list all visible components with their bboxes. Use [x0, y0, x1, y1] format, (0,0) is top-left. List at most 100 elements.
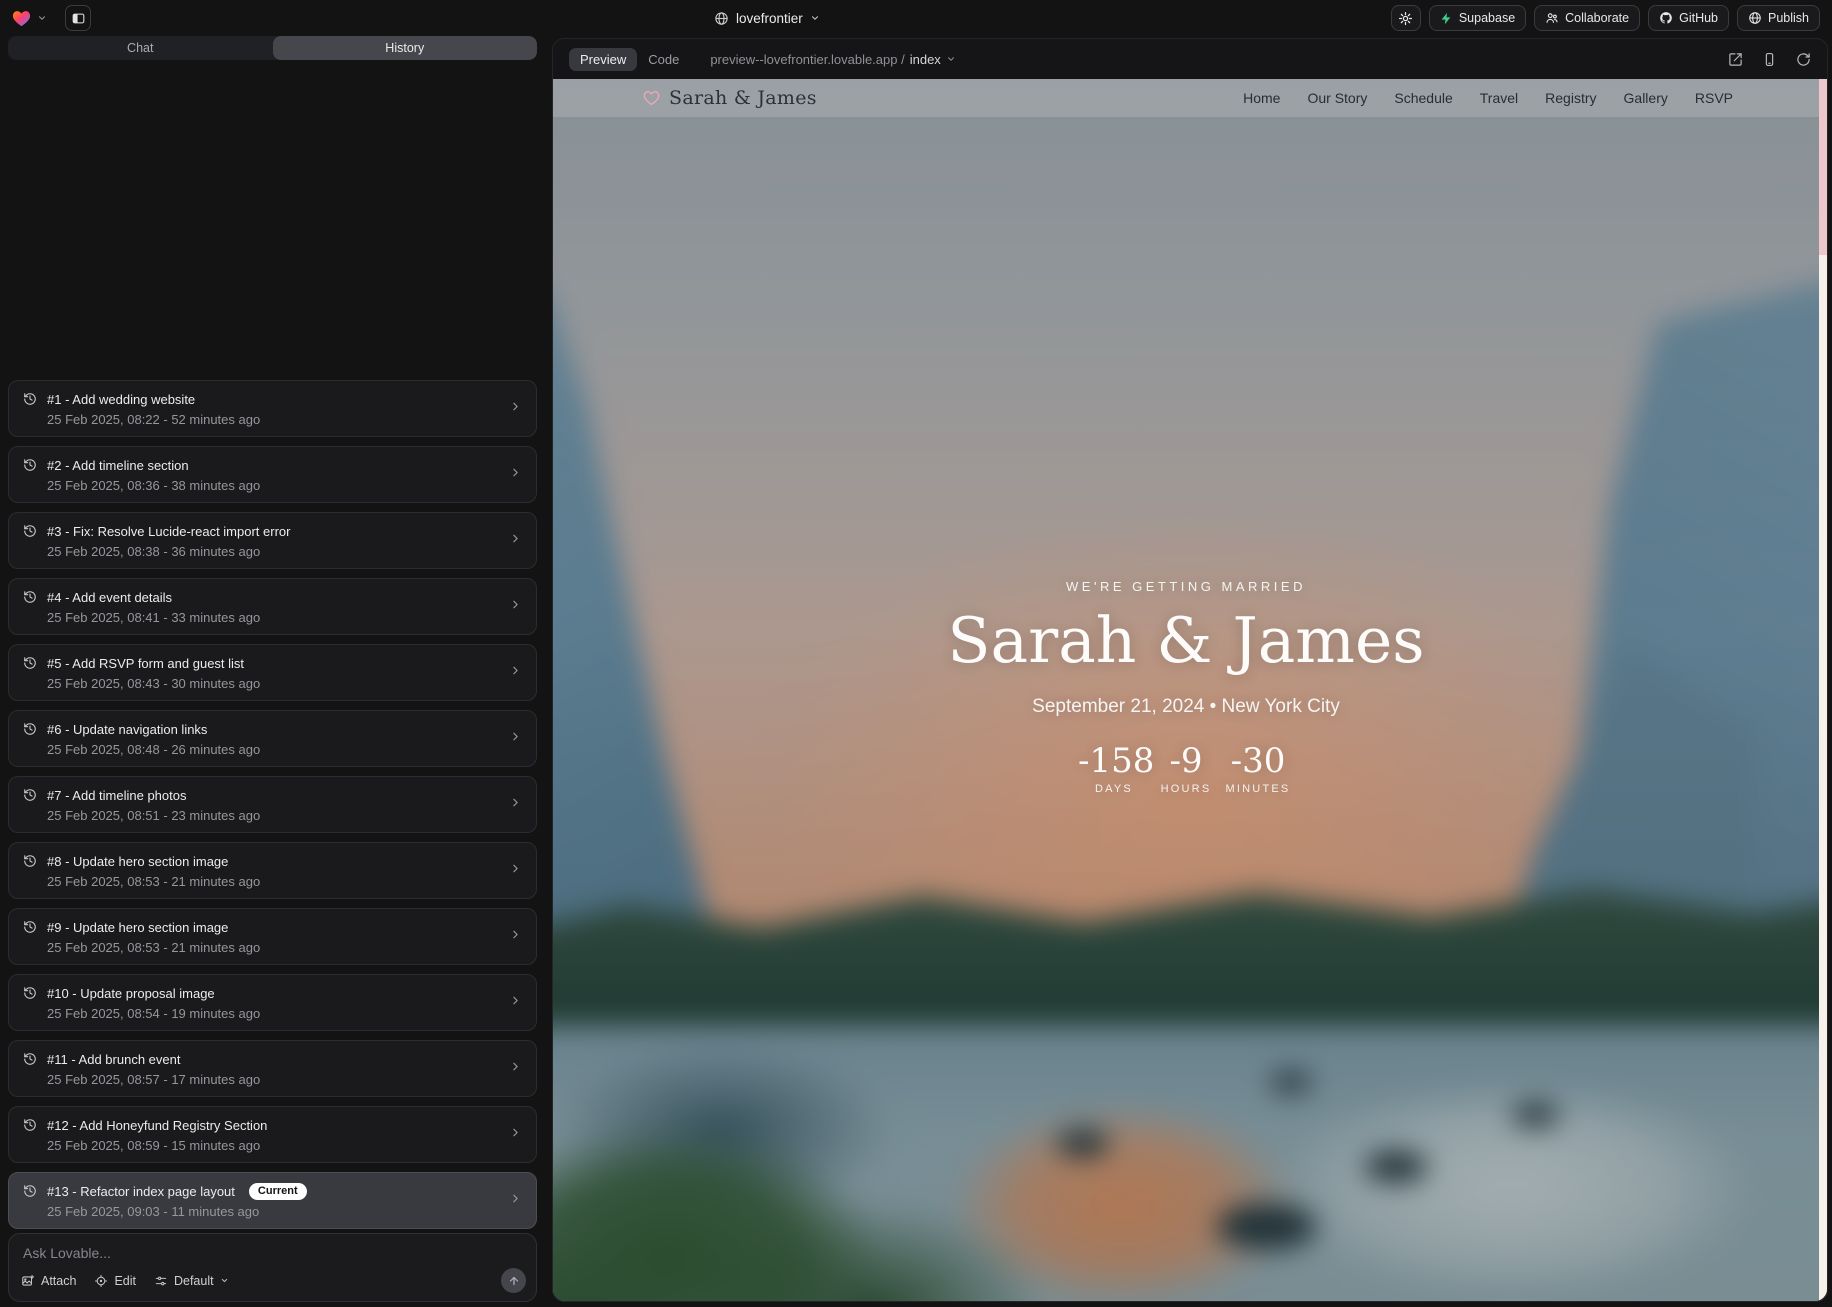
history-item-timestamp: 25 Feb 2025, 08:51 - 23 minutes ago: [47, 808, 522, 823]
chevron-right-icon[interactable]: [509, 1126, 522, 1139]
countdown-label: HOURS: [1150, 783, 1222, 795]
chevron-right-icon[interactable]: [509, 730, 522, 743]
github-button[interactable]: GitHub: [1648, 5, 1729, 31]
chevron-right-icon[interactable]: [509, 466, 522, 479]
ask-lovable-input[interactable]: [23, 1245, 524, 1261]
collaborate-button[interactable]: Collaborate: [1534, 5, 1640, 31]
history-item-row: #9 - Update hero section image: [23, 917, 522, 937]
countdown-value: -158: [1078, 744, 1150, 778]
history-item-title: #12 - Add Honeyfund Registry Section: [47, 1118, 267, 1133]
edit-button[interactable]: Edit: [94, 1274, 136, 1288]
history-list-item[interactable]: #12 - Add Honeyfund Registry Section 25 …: [8, 1106, 537, 1163]
history-icon: [23, 656, 37, 670]
collaborate-users-icon: [1545, 11, 1559, 25]
current-badge: Current: [249, 1183, 307, 1200]
lovable-heart-icon[interactable]: [12, 10, 31, 27]
chevron-right-icon[interactable]: [509, 862, 522, 875]
history-list-item[interactable]: #11 - Add brunch event 25 Feb 2025, 08:5…: [8, 1040, 537, 1097]
preview-panel: Preview Code preview--lovefrontier.lovab…: [552, 38, 1828, 1302]
history-item-timestamp: 25 Feb 2025, 08:43 - 30 minutes ago: [47, 676, 522, 691]
site-logo[interactable]: Sarah & James: [643, 87, 817, 109]
history-list-item[interactable]: #8 - Update hero section image 25 Feb 20…: [8, 842, 537, 899]
site-header: Sarah & James Home Our Story Schedule Trave…: [553, 79, 1819, 117]
supabase-button[interactable]: Supabase: [1429, 5, 1526, 31]
site-nav-link[interactable]: Home: [1243, 90, 1280, 106]
history-item-title: #7 - Add timeline photos: [47, 788, 186, 803]
countdown-value: -30: [1222, 744, 1294, 778]
attach-button[interactable]: Attach: [21, 1274, 76, 1288]
history-list-item[interactable]: #9 - Update hero section image 25 Feb 20…: [8, 908, 537, 965]
history-list-item[interactable]: #2 - Add timeline section 25 Feb 2025, 0…: [8, 446, 537, 503]
site-nav-link[interactable]: Gallery: [1624, 90, 1668, 106]
site-scrollbar-track[interactable]: [1819, 79, 1827, 1301]
project-selector[interactable]: lovefrontier: [714, 5, 820, 31]
refresh-icon[interactable]: [1796, 52, 1811, 67]
countdown-label: MINUTES: [1222, 783, 1294, 795]
history-list-item[interactable]: #4 - Add event details 25 Feb 2025, 08:4…: [8, 578, 537, 635]
site-scrollbar-thumb[interactable]: [1819, 79, 1827, 255]
chevron-right-icon[interactable]: [509, 664, 522, 677]
history-item-timestamp: 25 Feb 2025, 08:57 - 17 minutes ago: [47, 1072, 522, 1087]
attach-label: Attach: [41, 1274, 76, 1288]
site-nav-link[interactable]: Travel: [1480, 90, 1518, 106]
tab-chat[interactable]: Chat: [8, 36, 273, 60]
history-list-item[interactable]: #10 - Update proposal image 25 Feb 2025,…: [8, 974, 537, 1031]
history-list-item[interactable]: #1 - Add wedding website 25 Feb 2025, 08…: [8, 380, 537, 437]
chevron-right-icon[interactable]: [509, 994, 522, 1007]
history-item-row: #1 - Add wedding website: [23, 389, 522, 409]
external-link-icon[interactable]: [1728, 52, 1743, 67]
publish-globe-icon: [1748, 11, 1762, 25]
site-nav-link[interactable]: Schedule: [1394, 90, 1452, 106]
history-item-title: #5 - Add RSVP form and guest list: [47, 656, 244, 671]
history-item-title: #10 - Update proposal image: [47, 986, 215, 1001]
chevron-down-icon[interactable]: [37, 13, 47, 23]
countdown-unit: -158 DAYS: [1078, 744, 1150, 795]
history-list-item[interactable]: #13 - Refactor index page layout Current…: [8, 1172, 537, 1229]
chevron-right-icon[interactable]: [509, 1192, 522, 1205]
tab-preview[interactable]: Preview: [569, 48, 637, 71]
history-item-timestamp: 25 Feb 2025, 08:54 - 19 minutes ago: [47, 1006, 522, 1021]
preview-url[interactable]: preview--lovefrontier.lovable.app / inde…: [710, 52, 955, 67]
countdown-value: -9: [1150, 744, 1222, 778]
chevron-right-icon[interactable]: [509, 928, 522, 941]
sidebar-toggle-button[interactable]: [65, 5, 91, 31]
history-icon: [23, 590, 37, 604]
site-nav: Home Our Story Schedule Travel Registry Galle…: [1243, 90, 1733, 106]
history-icon: [23, 392, 37, 406]
site-nav-link[interactable]: Our Story: [1307, 90, 1367, 106]
site-viewport: Sarah & James Home Our Story Schedule Trave…: [553, 79, 1827, 1301]
history-icon: [23, 1118, 37, 1132]
countdown-label: DAYS: [1078, 783, 1150, 795]
topbar: lovefrontier Supabase: [0, 0, 1832, 36]
history-item-timestamp: 25 Feb 2025, 08:41 - 33 minutes ago: [47, 610, 522, 625]
history-icon: [23, 854, 37, 868]
mode-label: Default: [174, 1274, 214, 1288]
settings-button[interactable]: [1391, 5, 1421, 31]
project-name: lovefrontier: [736, 11, 803, 26]
tab-code[interactable]: Code: [637, 48, 690, 71]
smartphone-icon[interactable]: [1762, 52, 1777, 67]
history-item-timestamp: 25 Feb 2025, 08:53 - 21 minutes ago: [47, 874, 522, 889]
chevron-right-icon[interactable]: [509, 400, 522, 413]
site-nav-link[interactable]: RSVP: [1695, 90, 1733, 106]
send-button[interactable]: [501, 1268, 526, 1293]
history-list-item[interactable]: #5 - Add RSVP form and guest list 25 Feb…: [8, 644, 537, 701]
mode-select[interactable]: Default: [154, 1274, 229, 1288]
edit-label: Edit: [114, 1274, 136, 1288]
history-list-item[interactable]: #6 - Update navigation links 25 Feb 2025…: [8, 710, 537, 767]
chevron-right-icon[interactable]: [509, 532, 522, 545]
history-list-item[interactable]: #7 - Add timeline photos 25 Feb 2025, 08…: [8, 776, 537, 833]
tab-history[interactable]: History: [273, 36, 538, 60]
countdown: -158 DAYS -9 HOURS -30 MINUTES: [553, 744, 1819, 795]
chevron-right-icon[interactable]: [509, 796, 522, 809]
publish-button[interactable]: Publish: [1737, 5, 1820, 31]
chevron-right-icon[interactable]: [509, 1060, 522, 1073]
history-icon: [23, 986, 37, 1000]
chevron-right-icon[interactable]: [509, 598, 522, 611]
history-list: #1 - Add wedding website 25 Feb 2025, 08…: [8, 380, 537, 1229]
site-nav-link[interactable]: Registry: [1545, 90, 1596, 106]
collaborate-label: Collaborate: [1565, 11, 1629, 25]
history-icon: [23, 524, 37, 538]
history-list-item[interactable]: #3 - Fix: Resolve Lucide-react import er…: [8, 512, 537, 569]
history-icon: [23, 722, 37, 736]
